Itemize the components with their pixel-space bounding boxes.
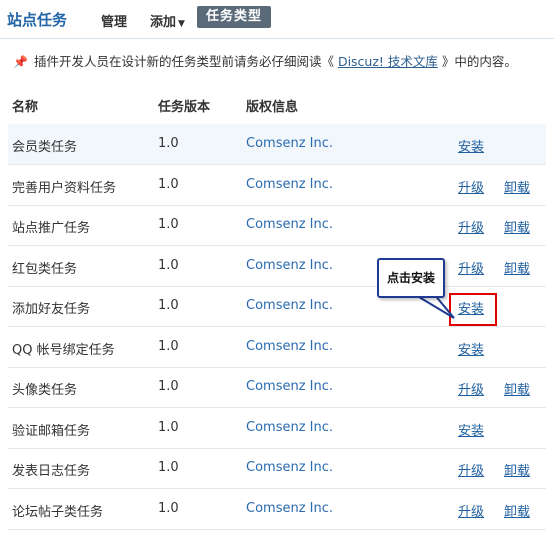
install-link[interactable]: 安装 bbox=[458, 339, 484, 358]
task-name: 头像类任务 bbox=[12, 383, 78, 398]
column-header-name: 名称 bbox=[12, 100, 39, 115]
table-row: 红包类任务 1.0 Comsenz Inc. 升级 卸载 bbox=[8, 246, 546, 287]
task-copyright: Comsenz Inc. bbox=[246, 298, 334, 313]
upgrade-link[interactable]: 升级 bbox=[458, 460, 484, 479]
uninstall-link[interactable]: 卸载 bbox=[504, 379, 530, 398]
task-version: 1.0 bbox=[158, 500, 179, 516]
task-version: 1.0 bbox=[158, 217, 179, 232]
install-link[interactable]: 安装 bbox=[458, 420, 484, 439]
upgrade-link[interactable]: 升级 bbox=[458, 217, 484, 236]
nav-task-types[interactable]: 任务类型 bbox=[197, 6, 272, 28]
task-copyright: Comsenz Inc. bbox=[246, 136, 334, 151]
pin-icon: 📌 bbox=[13, 55, 28, 69]
task-copyright: Comsenz Inc. bbox=[246, 419, 334, 435]
uninstall-link[interactable]: 卸载 bbox=[504, 258, 530, 277]
column-header-version: 任务版本 bbox=[158, 100, 211, 115]
upgrade-link[interactable]: 升级 bbox=[458, 501, 484, 520]
header-divider bbox=[0, 38, 554, 39]
task-name: 论坛帖子类任务 bbox=[12, 504, 104, 520]
table-row: 完善用户资料任务 1.0 Comsenz Inc. 升级 卸载 bbox=[8, 165, 546, 206]
notice-text-before: 插件开发人员在设计新的任务类型前请务必仔细阅读《 bbox=[33, 54, 338, 69]
uninstall-link[interactable]: 卸载 bbox=[504, 177, 530, 196]
nav-manage[interactable]: 管理 bbox=[101, 11, 127, 30]
task-version: 1.0 bbox=[158, 298, 179, 313]
task-version: 1.0 bbox=[158, 257, 179, 273]
task-name: 红包类任务 bbox=[12, 261, 78, 277]
task-name: 发表日志任务 bbox=[12, 464, 91, 479]
task-version: 1.0 bbox=[158, 460, 179, 475]
task-copyright: Comsenz Inc. bbox=[246, 379, 334, 394]
uninstall-link[interactable]: 卸载 bbox=[504, 460, 530, 479]
task-copyright: Comsenz Inc. bbox=[246, 338, 334, 354]
upgrade-link[interactable]: 升级 bbox=[458, 379, 484, 398]
table-row: 头像类任务 1.0 Comsenz Inc. 升级 卸载 bbox=[8, 367, 546, 408]
chevron-down-icon: ▼ bbox=[178, 19, 185, 29]
upgrade-link[interactable]: 升级 bbox=[458, 258, 484, 277]
task-name: 会员类任务 bbox=[12, 140, 78, 155]
task-name: QQ 帐号绑定任务 bbox=[12, 342, 115, 358]
task-version: 1.0 bbox=[158, 419, 179, 435]
table-row: 会员类任务 1.0 Comsenz Inc. 安装 bbox=[8, 124, 546, 165]
notice-text-after: 》中的内容。 bbox=[437, 54, 517, 69]
docs-link[interactable]: Discuz! 技术文库 bbox=[338, 54, 438, 69]
task-copyright: Comsenz Inc. bbox=[246, 257, 334, 273]
task-copyright: Comsenz Inc. bbox=[246, 217, 334, 232]
task-version: 1.0 bbox=[158, 379, 179, 394]
install-link[interactable]: 安装 bbox=[458, 136, 484, 155]
top-navigation: 站点任务 管理 添加 ▼ 任务类型 bbox=[0, 0, 554, 38]
task-name: 添加好友任务 bbox=[12, 302, 91, 317]
table-row: QQ 帐号绑定任务 1.0 Comsenz Inc. 安装 bbox=[8, 327, 546, 368]
page-title: 站点任务 bbox=[7, 11, 68, 29]
nav-add-label: 添加 bbox=[150, 15, 177, 30]
task-name: 验证邮箱任务 bbox=[12, 423, 91, 439]
task-version: 1.0 bbox=[158, 136, 179, 151]
callout-pointer bbox=[412, 294, 455, 319]
table-header: 名称 任务版本 版权信息 bbox=[0, 84, 554, 120]
task-copyright: Comsenz Inc. bbox=[246, 176, 334, 192]
notice: 📌 插件开发人员在设计新的任务类型前请务必仔细阅读《 Discuz! 技术文库 》… bbox=[13, 51, 517, 70]
nav-add[interactable]: 添加 ▼ bbox=[150, 11, 185, 30]
task-copyright: Comsenz Inc. bbox=[246, 500, 334, 516]
uninstall-link[interactable]: 卸载 bbox=[504, 217, 530, 236]
upgrade-link[interactable]: 升级 bbox=[458, 177, 484, 196]
table-row: 验证邮箱任务 1.0 Comsenz Inc. 安装 bbox=[8, 408, 546, 449]
task-version: 1.0 bbox=[158, 176, 179, 192]
task-name: 完善用户资料任务 bbox=[12, 180, 117, 196]
table-row: 论坛帖子类任务 1.0 Comsenz Inc. 升级 卸载 bbox=[8, 489, 546, 530]
task-name: 站点推广任务 bbox=[12, 221, 91, 236]
column-header-copyright: 版权信息 bbox=[246, 100, 299, 115]
task-version: 1.0 bbox=[158, 338, 179, 354]
table-row: 发表日志任务 1.0 Comsenz Inc. 升级 卸载 bbox=[8, 448, 546, 489]
table-row: 站点推广任务 1.0 Comsenz Inc. 升级 卸载 bbox=[8, 205, 546, 246]
callout-tooltip: 点击安装 bbox=[377, 258, 445, 298]
task-copyright: Comsenz Inc. bbox=[246, 460, 334, 475]
uninstall-link[interactable]: 卸载 bbox=[504, 501, 530, 520]
